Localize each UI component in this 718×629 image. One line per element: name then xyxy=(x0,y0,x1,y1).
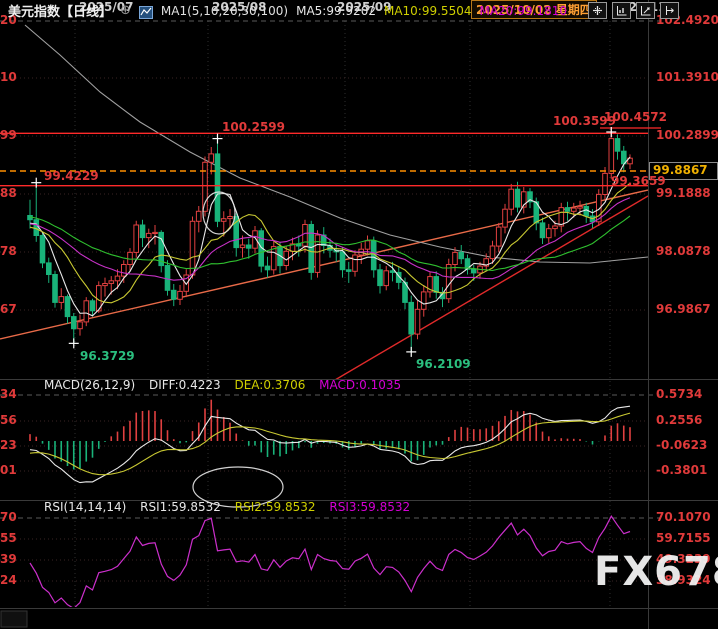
watermark: FX678 xyxy=(594,549,718,595)
axis-zoom-icon[interactable] xyxy=(612,2,631,19)
trading-chart-window: 美元指数【日线】 ⊕ MA1(5,10,20,30,100) MA5:99.92… xyxy=(0,0,718,629)
crosshair-icon[interactable] xyxy=(588,2,607,19)
macd-name: MACD(26,12,9) xyxy=(44,378,136,392)
macd-value: MACD:0.1035 xyxy=(319,378,402,392)
rsi-header: RSI(14,14,14) RSI1:59.8532 RSI2:59.8532 … xyxy=(44,500,420,514)
rsi3-value: RSI3:59.8532 xyxy=(329,500,411,514)
symbol-title: 美元指数【日线】 xyxy=(8,5,113,20)
chart-toolbar xyxy=(588,2,679,19)
rsi-name: RSI(14,14,14) xyxy=(44,500,127,514)
ma-settings-label: MA1(5,10,20,30,100) xyxy=(160,3,289,18)
chart-header: 美元指数【日线】 ⊕ MA1(5,10,20,30,100) MA5:99.92… xyxy=(8,2,567,20)
chart-canvas[interactable] xyxy=(0,0,718,629)
axis-play-icon[interactable] xyxy=(636,2,655,19)
ma10-value: MA10:99.5504 xyxy=(383,3,472,18)
ma5-value: MA5:99.9202 xyxy=(296,3,376,18)
pan-step-icon[interactable] xyxy=(660,2,679,19)
chart-type-icon[interactable] xyxy=(138,4,153,19)
macd-header: MACD(26,12,9) DIFF:0.4223 DEA:0.3706 MAC… xyxy=(44,378,411,392)
rsi1-value: RSI1:59.8532 xyxy=(140,500,221,514)
rsi2-value: RSI2:59.8532 xyxy=(234,500,316,514)
expand-icon[interactable]: ⊕ xyxy=(120,3,131,18)
macd-diff: DIFF:0.4223 xyxy=(148,378,221,392)
macd-dea: DEA:0.3706 xyxy=(234,378,306,392)
ma20-value: MA20:99.1810 xyxy=(479,3,567,18)
